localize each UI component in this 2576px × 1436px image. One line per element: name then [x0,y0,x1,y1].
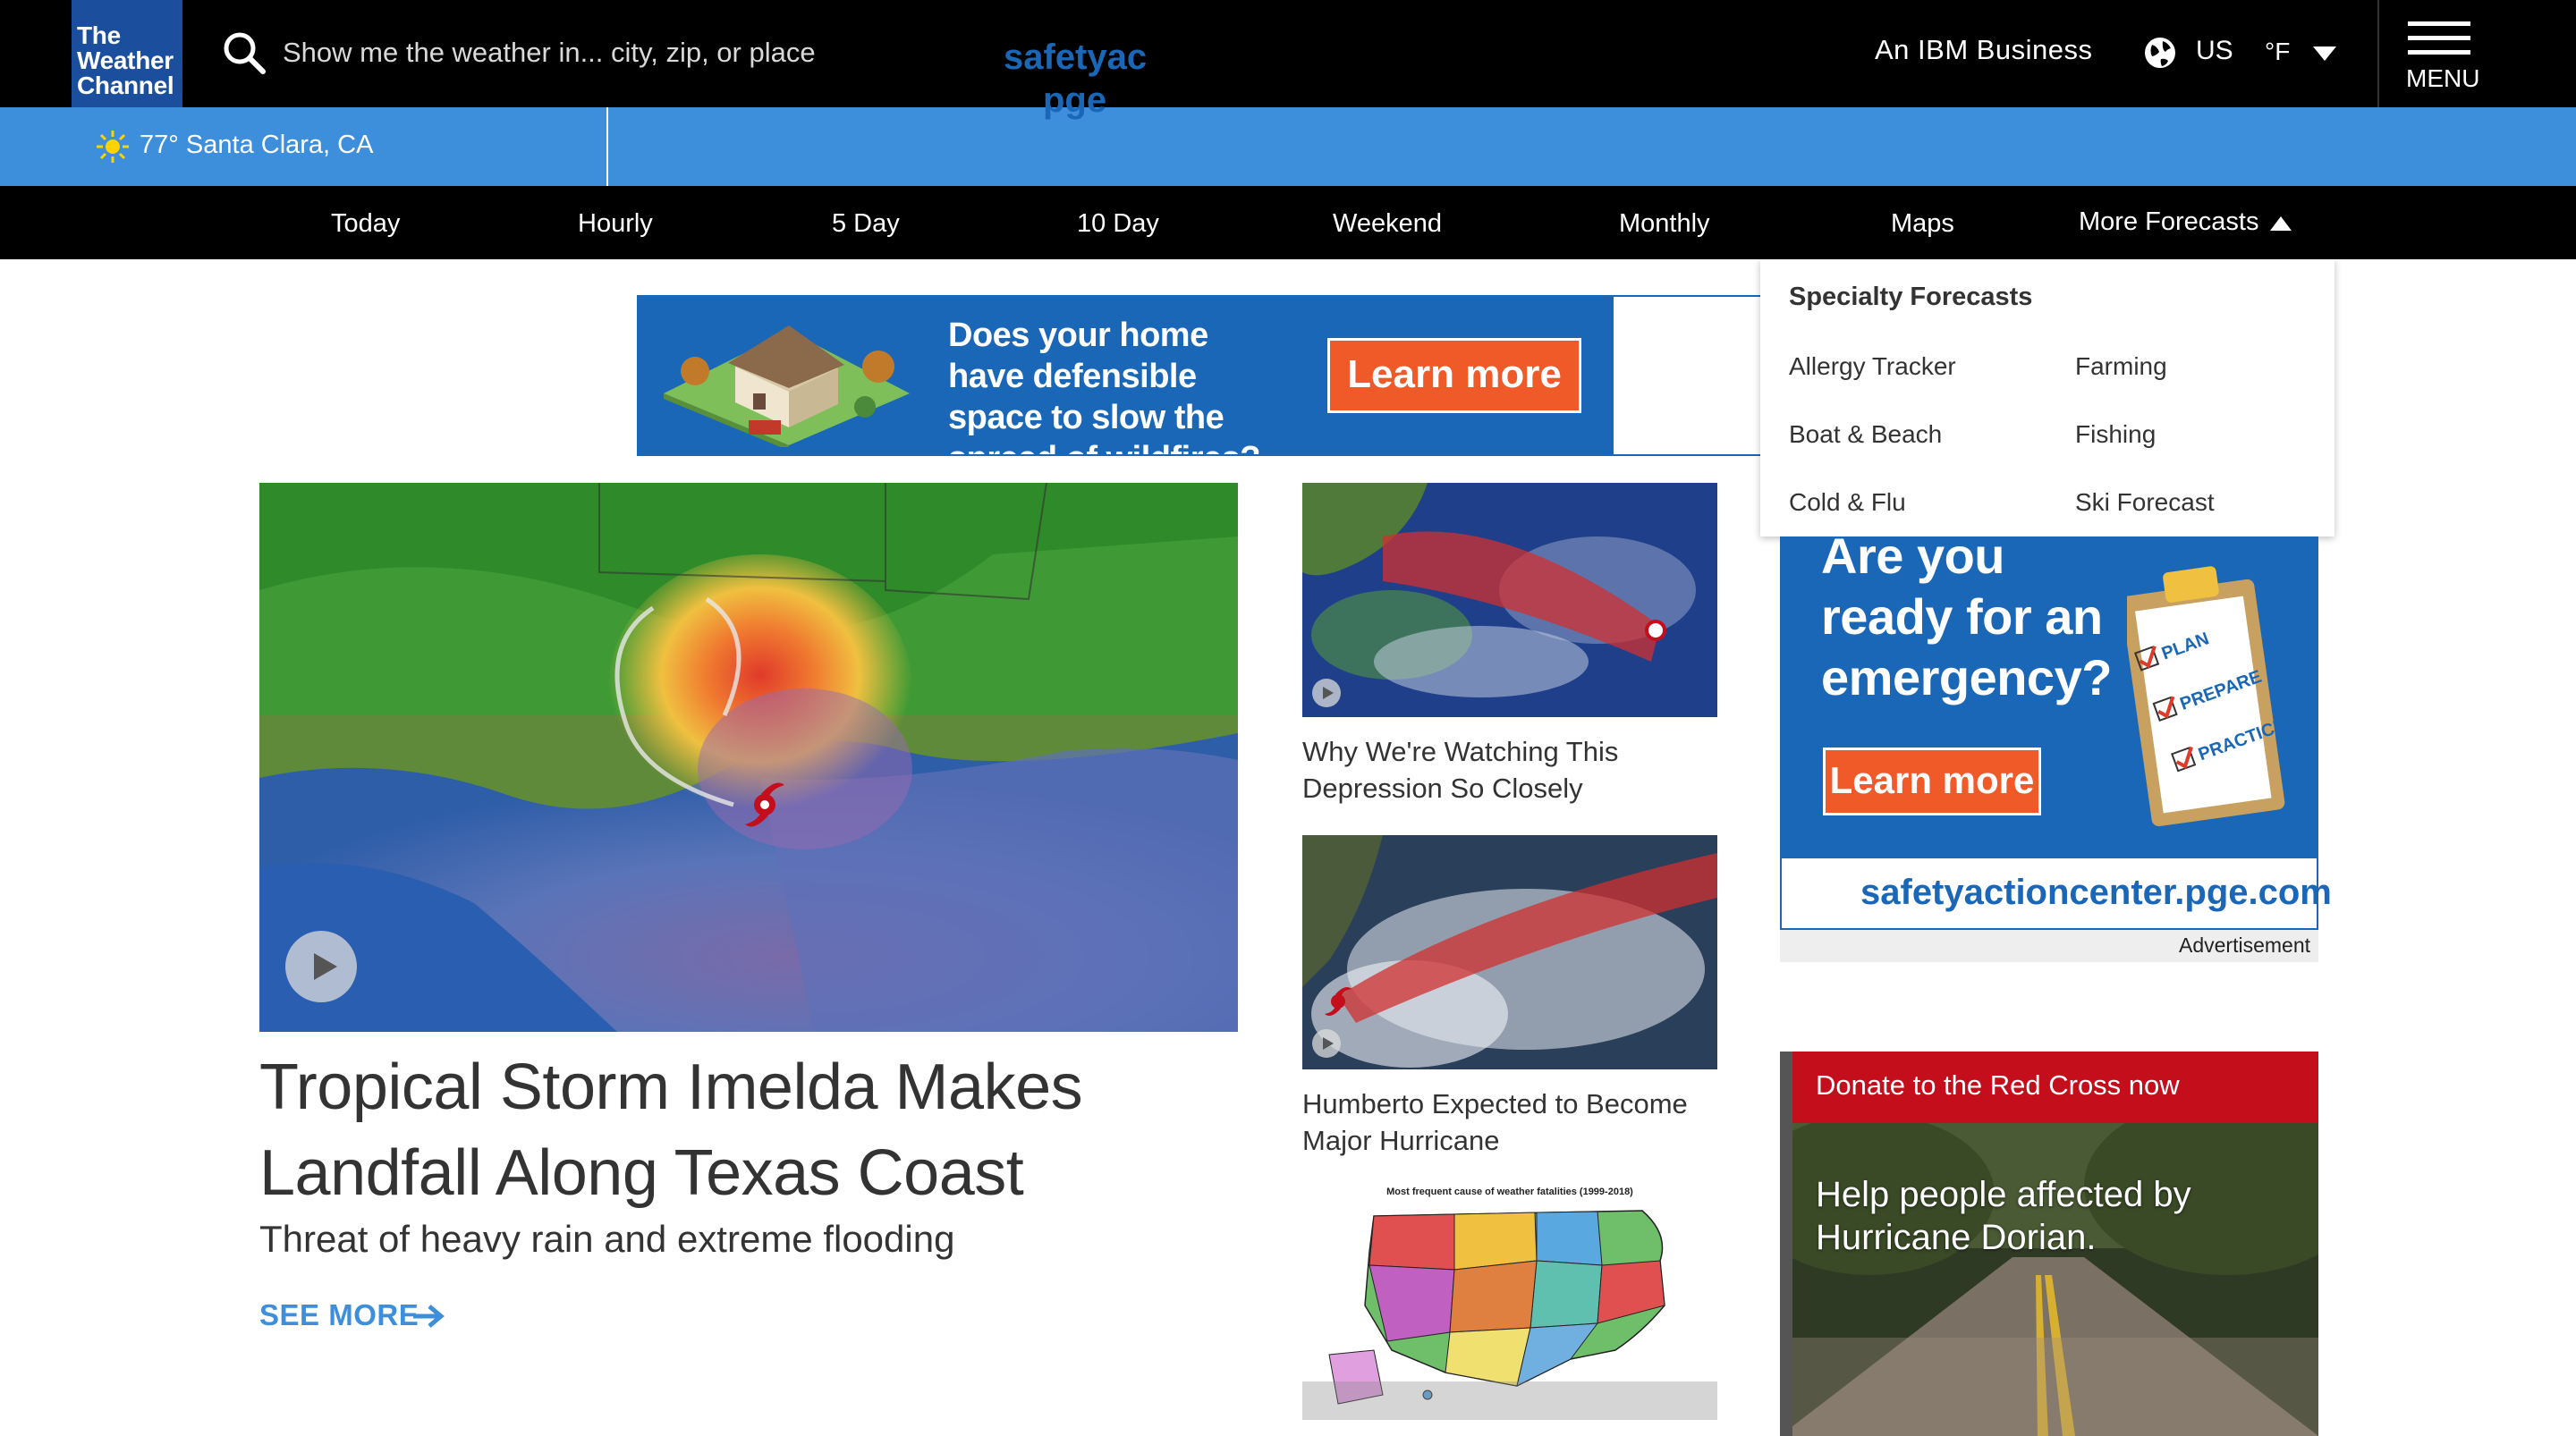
menu-item-boat-beach[interactable]: Boat & Beach [1789,420,1942,449]
banner-brand-url: safetyac pge [1004,36,1147,122]
us-fatalities-map: Most frequent cause of weather fatalitie… [1302,1180,1717,1420]
menu-label: MENU [2406,64,2480,92]
menu-item-cold-flu[interactable]: Cold & Flu [1789,488,1906,517]
locale-selector[interactable]: US [2196,36,2233,66]
menu-item-ski-forecast[interactable]: Ski Forecast [2075,488,2215,517]
ad-url[interactable]: safetyactioncenter.pge.com [1860,873,2332,913]
dropdown-title: Specialty Forecasts [1789,283,2033,311]
search-input[interactable] [281,30,1086,75]
map-caption: Most frequent cause of weather fatalitie… [1386,1187,1633,1197]
logo-line-2: Weather [77,46,174,74]
red-cross-side-bar [1780,1052,1792,1436]
play-icon[interactable] [1311,1028,1342,1059]
tab-today[interactable]: Today [331,209,400,239]
banner-learn-more-button[interactable]: Learn more [1327,338,1581,413]
satellite-track-image [1302,483,1717,717]
search-icon[interactable] [218,27,272,80]
red-cross-header-text[interactable]: Donate to the Red Cross now [1816,1069,2180,1102]
tab-10-day[interactable]: 10 Day [1077,209,1159,239]
tab-maps[interactable]: Maps [1891,209,1954,239]
tab-more-forecasts[interactable]: More Forecasts [2079,207,2258,237]
hero-headline[interactable]: Tropical Storm Imelda Makes Landfall Alo… [259,1044,1243,1216]
clipboard-checklist-illustration: PLAN PREPARE PRACTICE [2127,566,2289,827]
menu-item-allergy-tracker[interactable]: Allergy Tracker [1789,352,1956,381]
ad-headline: Are you ready for an emergency? [1821,528,2112,705]
arrow-right-icon[interactable] [411,1304,445,1329]
location-divider [606,107,608,186]
story-image-fatalities-map[interactable]: Most frequent cause of weather fatalitie… [1302,1180,1717,1420]
menu-icon [2408,21,2470,55]
story-title-depression[interactable]: Why We're Watching This Depression So Cl… [1302,733,1732,807]
globe-icon[interactable] [2143,36,2177,70]
tab-hourly[interactable]: Hourly [578,209,653,239]
advertisement-label: Advertisement [2179,933,2311,957]
banner-brand-panel [1614,297,1771,454]
story-image-humberto[interactable] [1302,835,1717,1069]
sun-icon [97,131,129,163]
flooded-road-photo [1780,1123,2318,1436]
tab-monthly[interactable]: Monthly [1619,209,1710,239]
storm-radar-image [259,483,1238,1032]
unit-selector[interactable]: °F [2265,38,2290,66]
location-bar [0,107,2576,186]
menu-button[interactable]: MENU [2379,0,2504,107]
tab-weekend[interactable]: Weekend [1333,209,1442,239]
top-banner-ad[interactable]: Does your home have defensible space to … [637,295,1773,456]
banner-brand-line-1: safetyac [1004,38,1148,77]
logo-line-1: The [77,21,121,49]
ibm-business-text: An IBM Business [1875,34,2093,65]
play-icon[interactable] [284,930,358,1003]
caret-up-icon[interactable] [2270,216,2292,231]
caret-down-icon[interactable] [2313,46,2336,61]
menu-item-farming[interactable]: Farming [2075,352,2167,381]
satellite-hurricane-image [1302,835,1717,1069]
house-illustration [664,325,910,447]
story-title-humberto[interactable]: Humberto Expected to Become Major Hurric… [1302,1085,1732,1159]
ad-learn-more-button[interactable]: Learn more [1823,748,2041,815]
banner-brand-line-2: pge [1043,80,1107,120]
logo-line-3: Channel [77,72,174,99]
tab-5-day[interactable]: 5 Day [832,209,900,239]
play-icon[interactable] [1311,678,1342,708]
story-image-depression[interactable] [1302,483,1717,717]
see-more-link[interactable]: SEE MORE [259,1298,419,1332]
red-cross-image[interactable] [1780,1123,2318,1436]
banner-headline: Does your home have defensible space to … [948,317,1260,454]
hero-storm-map[interactable] [259,483,1238,1032]
red-cross-message[interactable]: Help people affected by Hurricane Dorian… [1816,1173,2281,1259]
menu-item-fishing[interactable]: Fishing [2075,420,2156,449]
weather-channel-logo[interactable]: The Weather Channel [72,0,182,107]
current-location-weather[interactable]: 77° Santa Clara, CA [140,131,373,160]
hero-subtitle: Threat of heavy rain and extreme floodin… [259,1218,955,1260]
